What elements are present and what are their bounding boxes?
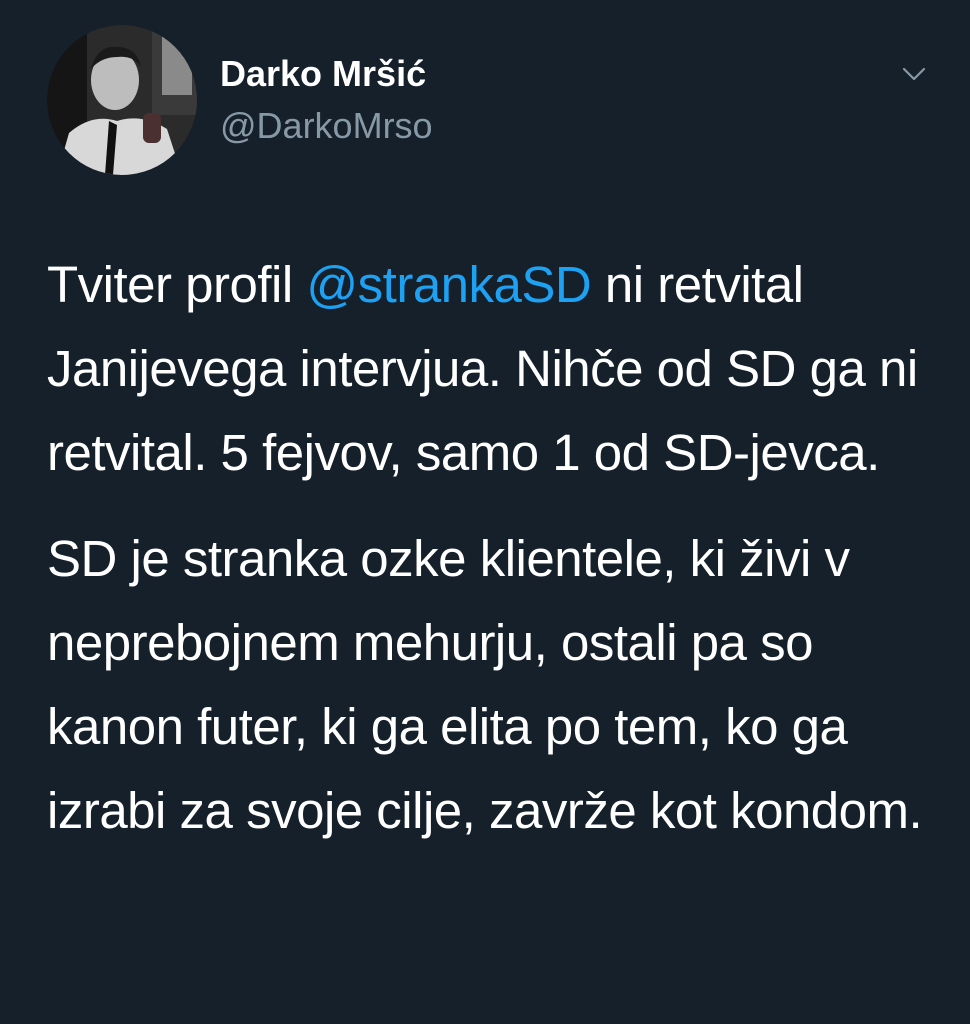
tweet-paragraph-1: Tviter profil @strankaSD ni retvital Jan… (47, 243, 947, 495)
more-options-button[interactable] (893, 56, 935, 92)
mention-link[interactable]: @strankaSD (306, 256, 591, 313)
author-avatar[interactable] (47, 25, 197, 175)
chevron-down-icon (902, 67, 926, 81)
author-handle[interactable]: @DarkoMrso (220, 104, 433, 148)
tweet-paragraph-2: SD je stranka ozke klientele, ki živi v … (47, 530, 923, 839)
tweet-text-segment: Tviter profil (47, 256, 307, 313)
tweet-text: Tviter profil @strankaSD ni retvital Jan… (47, 243, 947, 875)
avatar-photo (47, 25, 197, 175)
author-name[interactable]: Darko Mršić (220, 52, 426, 96)
